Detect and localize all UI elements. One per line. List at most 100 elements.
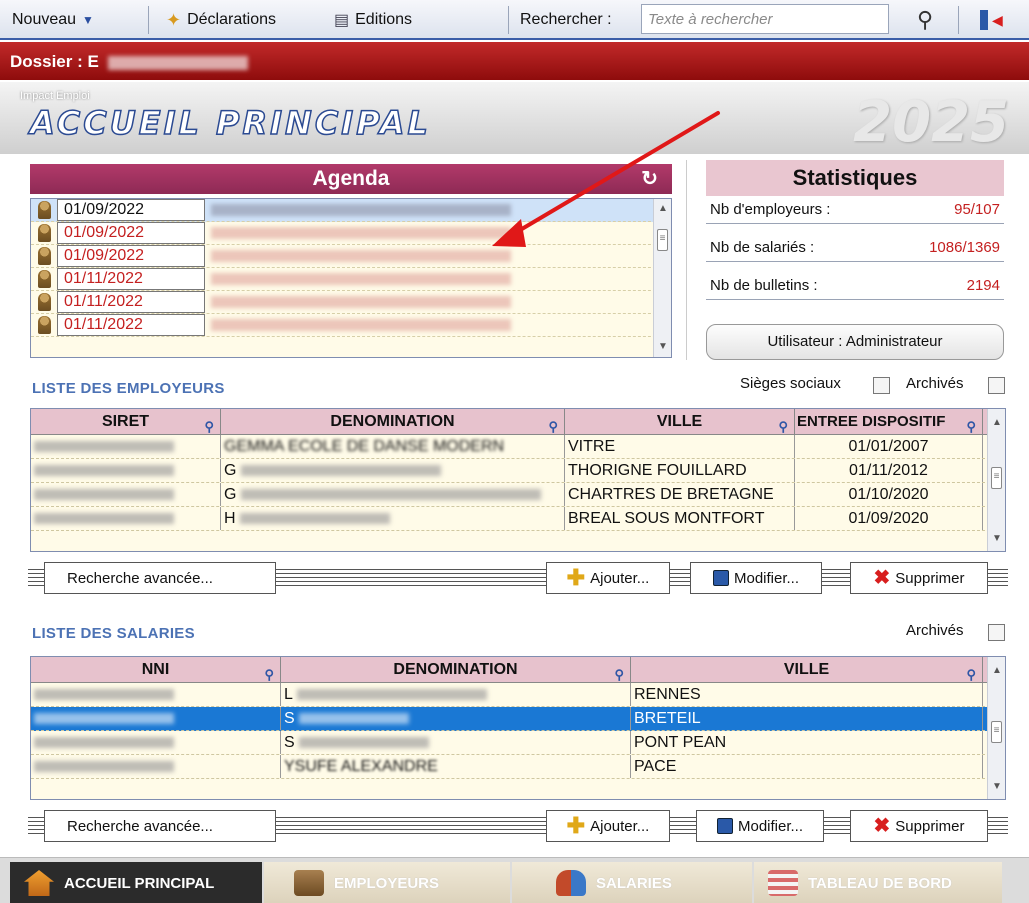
cell-text: L — [284, 686, 293, 703]
supprimer-button[interactable]: ✖ Supprimer — [850, 562, 988, 594]
users-icon — [556, 870, 586, 896]
denomination-cell: G — [221, 483, 565, 506]
agenda-row[interactable]: 01/11/2022 — [31, 291, 671, 314]
column-header-denomination[interactable]: DENOMINATION ⚲ — [281, 657, 631, 682]
column-header-siret[interactable]: SIRET ⚲ — [31, 409, 221, 434]
ville-cell: RENNES — [631, 683, 983, 706]
refresh-icon[interactable]: ↻ — [641, 164, 658, 194]
table-row[interactable]: L RENNES — [31, 683, 1005, 707]
button-label: Supprimer — [895, 569, 965, 587]
panel-divider — [686, 160, 687, 360]
column-header-denomination[interactable]: DENOMINATION ⚲ — [221, 409, 565, 434]
tab-employeurs[interactable]: EMPLOYEURS — [264, 862, 510, 903]
employeurs-button-bar: Recherche avancée... ✚ Ajouter... Modifi… — [28, 562, 1008, 594]
archives-salaries-checkbox[interactable] — [988, 624, 1005, 641]
date-cell: 01/11/2012 — [795, 459, 983, 482]
recherche-avancee-button[interactable]: Recherche avancée... — [44, 810, 276, 842]
scroll-up-icon[interactable]: ▲ — [654, 201, 671, 217]
scroll-down-icon[interactable]: ▼ — [988, 531, 1005, 547]
recherche-avancee-button[interactable]: Recherche avancée... — [44, 562, 276, 594]
tab-tableau-de-bord[interactable]: TABLEAU DE BORD — [754, 862, 1002, 903]
person-icon — [31, 222, 57, 244]
table-row[interactable]: G CHARTRES DE BRETAGNE 01/10/2020 — [31, 483, 1005, 507]
tab-salaries[interactable]: SALARIES — [512, 862, 752, 903]
button-label: Modifier... — [737, 817, 804, 835]
cell-text: GEMMA ECOLE DE DANSE MODERN — [224, 438, 505, 455]
nni-cell — [31, 683, 281, 706]
supprimer-button[interactable]: ✖ Supprimer — [850, 810, 988, 842]
column-header-entree[interactable]: ENTREE DISPOSITIF ⚲ — [795, 409, 983, 434]
save-icon — [712, 570, 729, 586]
date-cell: 01/09/2020 — [795, 507, 983, 530]
table-row[interactable]: GEMMA ECOLE DE DANSE MODERN VITRE 01/01/… — [31, 435, 1005, 459]
redacted-value — [240, 465, 441, 477]
table-row[interactable]: YSUFE ALEXANDRE PACE — [31, 755, 1005, 779]
table-header: SIRET ⚲ DENOMINATION ⚲ VILLE ⚲ ENTREE DISPO… — [31, 409, 1005, 435]
agenda-scrollbar[interactable]: ▲ ≡ ▼ — [653, 199, 671, 357]
table-row[interactable]: S PONT PEAN — [31, 731, 1005, 755]
editions-button[interactable]: ▤ Editions — [334, 7, 412, 33]
save-icon — [716, 818, 733, 834]
search-input[interactable] — [641, 4, 889, 34]
user-button[interactable]: Utilisateur : Administrateur — [706, 324, 1004, 360]
ajouter-button[interactable]: ✚ Ajouter... — [546, 562, 670, 594]
declarations-icon: ✦ — [166, 9, 182, 30]
scroll-thumb[interactable]: ≡ — [991, 467, 1002, 489]
redacted-value — [34, 441, 174, 453]
ajouter-button[interactable]: ✚ Ajouter... — [546, 810, 670, 842]
scroll-down-icon[interactable]: ▼ — [654, 339, 671, 355]
stat-value: 2194 — [966, 277, 1000, 294]
sieges-checkbox[interactable] — [873, 377, 890, 394]
declarations-button[interactable]: ✦ Déclarations — [166, 7, 276, 33]
scroll-thumb[interactable]: ≡ — [657, 229, 668, 251]
agenda-row[interactable]: 01/09/2022 — [31, 245, 671, 268]
chevron-down-icon: ▼ — [82, 13, 94, 27]
column-header-ville[interactable]: VILLE ⚲ — [565, 409, 795, 434]
header-label: NNI — [141, 661, 170, 678]
stat-employeurs: Nb d'employeurs : 95/107 — [706, 196, 1004, 224]
nouveau-menu[interactable]: Nouveau ▼ — [12, 7, 94, 33]
agenda-row[interactable]: 01/09/2022 — [31, 199, 671, 222]
ville-cell: BREAL SOUS MONTFORT — [565, 507, 795, 530]
stats-title: Statistiques — [706, 160, 1004, 196]
declarations-label: Déclarations — [187, 11, 277, 28]
toolbar-separator — [958, 6, 959, 34]
dossier-bar: Dossier : E — [0, 42, 1029, 80]
ville-cell: BRETEIL — [631, 707, 983, 730]
table-row[interactable]: H BREAL SOUS MONTFORT 01/09/2020 — [31, 507, 1005, 531]
modifier-button[interactable]: Modifier... — [690, 562, 822, 594]
archives-salaries-label: Archivés — [906, 622, 964, 639]
agenda-row[interactable]: 01/11/2022 — [31, 314, 671, 337]
ville-cell: CHARTRES DE BRETAGNE — [565, 483, 795, 506]
redacted-value — [240, 489, 541, 501]
modifier-button[interactable]: Modifier... — [696, 810, 824, 842]
exit-icon[interactable]: ◀ — [980, 7, 1003, 33]
salaries-scrollbar[interactable]: ▲ ≡ ▼ — [987, 657, 1005, 799]
agenda-date: 01/11/2022 — [57, 291, 205, 313]
siret-cell — [31, 435, 221, 458]
agenda-row[interactable]: 01/11/2022 — [31, 268, 671, 291]
salaries-button-bar: Recherche avancée... ✚ Ajouter... Modifi… — [28, 810, 1008, 842]
person-icon — [31, 199, 57, 221]
scroll-thumb[interactable]: ≡ — [991, 721, 1002, 743]
person-icon — [31, 245, 57, 267]
column-header-ville[interactable]: VILLE ⚲ — [631, 657, 983, 682]
archives-employeurs-checkbox[interactable] — [988, 377, 1005, 394]
person-icon — [31, 291, 57, 313]
button-label: Supprimer — [895, 817, 965, 835]
scroll-down-icon[interactable]: ▼ — [988, 779, 1005, 795]
search-icon[interactable]: ⚲ — [917, 7, 933, 33]
agenda-row[interactable]: 01/09/2022 — [31, 222, 671, 245]
button-label: Recherche avancée... — [67, 817, 213, 835]
add-icon: ✚ — [566, 565, 586, 590]
tab-accueil[interactable]: ACCUEIL PRINCIPAL — [10, 862, 262, 903]
table-row[interactable]: G THORIGNE FOUILLARD 01/11/2012 — [31, 459, 1005, 483]
column-header-nni[interactable]: NNI ⚲ — [31, 657, 281, 682]
siret-cell — [31, 459, 221, 482]
header-label: DENOMINATION — [330, 413, 455, 430]
employeurs-scrollbar[interactable]: ▲ ≡ ▼ — [987, 409, 1005, 551]
agenda-title: Agenda — [312, 167, 390, 190]
scroll-up-icon[interactable]: ▲ — [988, 415, 1005, 431]
table-row-selected[interactable]: S BRETEIL — [31, 707, 1005, 731]
scroll-up-icon[interactable]: ▲ — [988, 663, 1005, 679]
